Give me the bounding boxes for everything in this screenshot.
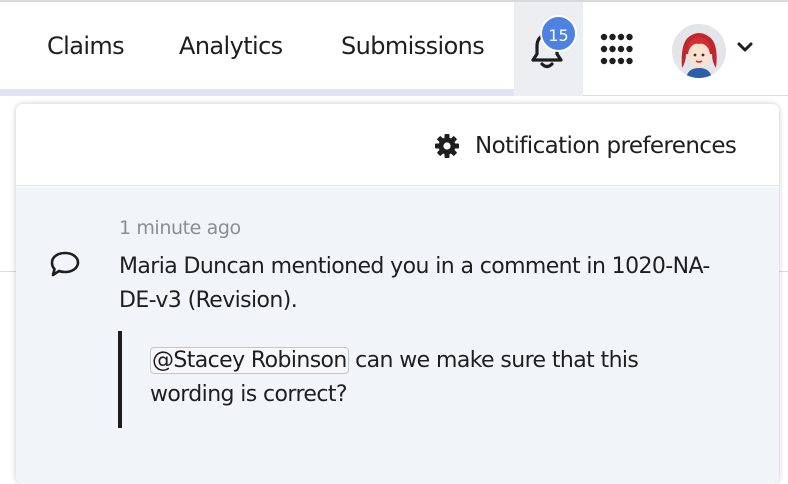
notifications-panel-header: Notification preferences: [16, 104, 779, 186]
apps-grid-icon[interactable]: [600, 33, 634, 67]
nav-underline: [0, 89, 514, 96]
gear-icon: [435, 134, 459, 158]
notification-count-badge: 15: [540, 15, 577, 52]
user-avatar[interactable]: [672, 24, 726, 78]
backdrop-divider: [779, 271, 788, 272]
backdrop-divider: [0, 271, 16, 272]
notification-timestamp: 1 minute ago: [119, 217, 241, 239]
chevron-down-icon[interactable]: [737, 42, 753, 54]
user-mention[interactable]: @Stacey Robinson: [150, 347, 349, 374]
nav-analytics[interactable]: Analytics: [179, 32, 283, 60]
nav-claims[interactable]: Claims: [47, 32, 125, 60]
notification-message: Maria Duncan mentioned you in a comment …: [119, 254, 710, 313]
comment-quote: @Stacey Robinson can we make sure that t…: [118, 331, 678, 428]
notification-item[interactable]: 1 minute ago Maria Duncan mentioned you …: [16, 187, 779, 484]
comment-text-block: @Stacey Robinson can we make sure that t…: [150, 344, 670, 412]
notification-preferences-label: Notification preferences: [475, 133, 737, 159]
notifications-panel: Notification preferences 1 minute ago Ma…: [16, 104, 779, 484]
top-navigation-bar: Claims Analytics Submissions 15: [0, 0, 788, 96]
comment-icon: [50, 251, 80, 277]
nav-submissions[interactable]: Submissions: [341, 32, 485, 60]
